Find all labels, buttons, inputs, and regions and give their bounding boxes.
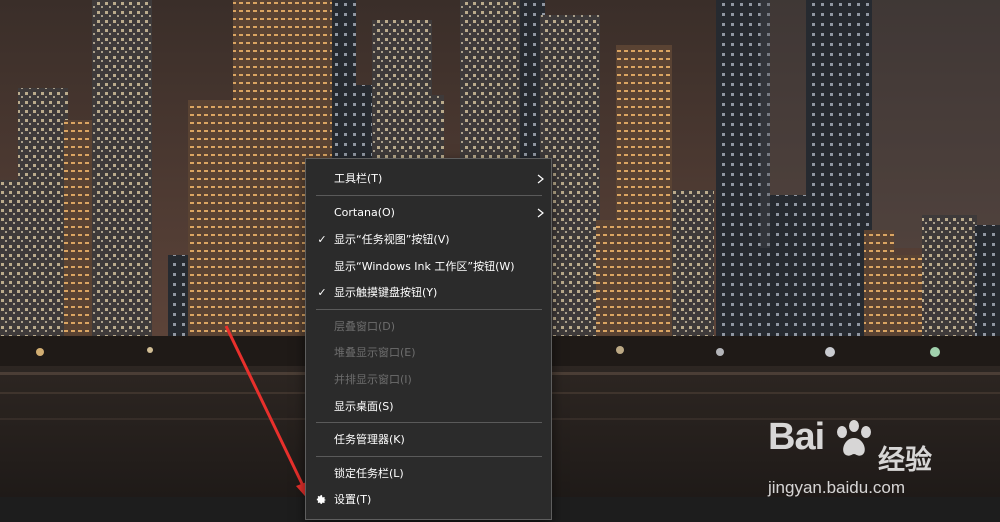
menu-item-show-touch-keyboard-button[interactable]: ✓ 显示触摸键盘按钮(Y) <box>306 280 551 306</box>
menu-item-settings[interactable]: 设置(T) <box>306 487 551 513</box>
menu-item-stack-windows: 堆叠显示窗口(E) <box>306 340 551 366</box>
check-icon: ✓ <box>317 233 327 246</box>
menu-item-label: 工具栏(T) <box>334 172 383 185</box>
menu-item-label: 堆叠显示窗口(E) <box>334 346 416 359</box>
paw-icon <box>837 420 871 456</box>
menu-item-label: 锁定任务栏(L) <box>334 467 404 480</box>
menu-item-cortana[interactable]: Cortana(O) <box>306 200 551 226</box>
menu-item-label: 任务管理器(K) <box>334 433 405 446</box>
menu-item-label: 显示“任务视图”按钮(V) <box>334 233 450 246</box>
menu-item-cascade-windows: 层叠窗口(D) <box>306 314 551 340</box>
menu-item-show-task-view-button[interactable]: ✓ 显示“任务视图”按钮(V) <box>306 227 551 253</box>
menu-item-lock-taskbar[interactable]: 锁定任务栏(L) <box>306 461 551 487</box>
menu-item-label: 并排显示窗口(I) <box>334 373 412 386</box>
menu-separator <box>316 422 542 423</box>
menu-item-task-manager[interactable]: 任务管理器(K) <box>306 427 551 453</box>
menu-item-side-by-side-windows: 并排显示窗口(I) <box>306 367 551 393</box>
menu-item-show-windows-ink-button[interactable]: 显示“Windows Ink 工作区”按钮(W) <box>306 254 551 280</box>
watermark-logo-text: Bai <box>768 416 825 458</box>
menu-item-label: Cortana(O) <box>334 206 395 219</box>
watermark-logo-cn: 经验 <box>878 445 932 476</box>
menu-item-label: 设置(T) <box>334 493 372 506</box>
menu-separator <box>316 309 542 310</box>
taskbar-context-menu: 工具栏(T) Cortana(O) ✓ 显示“任务视图”按钮(V) 显示“Windows… <box>305 158 552 520</box>
menu-item-label: 层叠窗口(D) <box>334 320 396 333</box>
menu-item-label: 显示桌面(S) <box>334 400 394 413</box>
baidu-watermark: Bai 经验 jingyan.baidu.com <box>768 416 968 516</box>
menu-separator <box>316 195 542 196</box>
watermark-url: jingyan.baidu.com <box>768 478 906 497</box>
menu-item-show-desktop[interactable]: 显示桌面(S) <box>306 394 551 420</box>
gear-icon <box>316 495 326 504</box>
menu-item-toolbars[interactable]: 工具栏(T) <box>306 166 551 192</box>
check-icon: ✓ <box>317 286 327 299</box>
menu-item-label: 显示触摸键盘按钮(Y) <box>334 286 438 299</box>
chevron-right-icon <box>537 208 544 218</box>
chevron-right-icon <box>537 174 544 184</box>
menu-separator <box>316 456 542 457</box>
menu-item-label: 显示“Windows Ink 工作区”按钮(W) <box>334 260 515 273</box>
